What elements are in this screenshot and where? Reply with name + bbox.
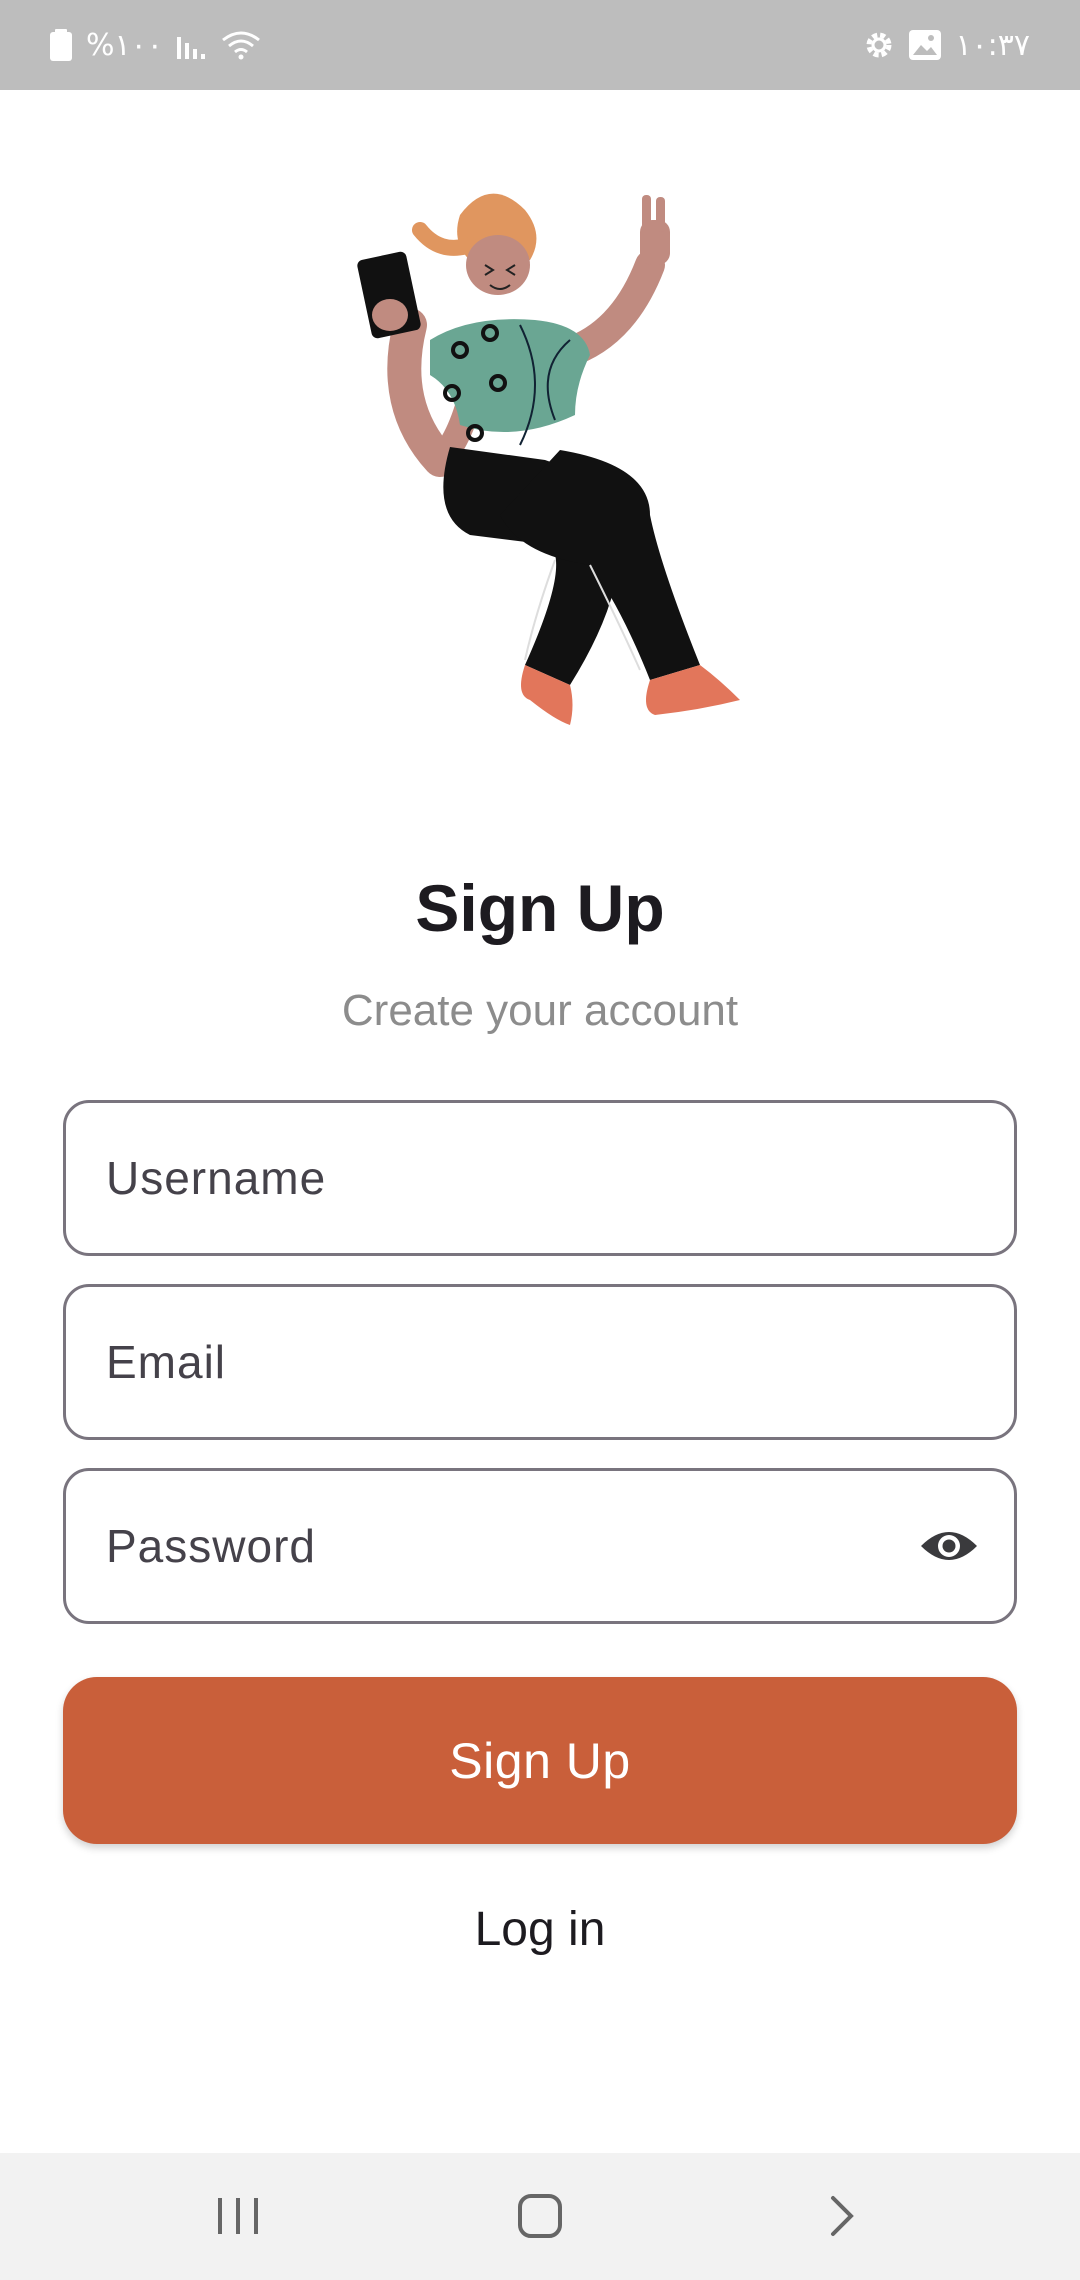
- person-with-phone-illustration: [357, 193, 740, 725]
- battery-icon: [50, 29, 72, 61]
- home-icon[interactable]: [500, 2181, 580, 2251]
- username-field[interactable]: [63, 1100, 1017, 1256]
- status-left: %۱۰۰: [50, 28, 261, 63]
- battery-percentage: %۱۰۰: [86, 27, 163, 63]
- status-right: ۱۰:۳۷: [863, 28, 1030, 63]
- wifi-icon: [221, 30, 261, 60]
- eye-icon[interactable]: [914, 1511, 984, 1581]
- login-link[interactable]: Log in: [0, 1902, 1080, 1957]
- back-icon[interactable]: [802, 2181, 882, 2251]
- signal-icon: [176, 31, 207, 59]
- email-input[interactable]: [106, 1335, 974, 1389]
- page-title: Sign Up: [415, 871, 665, 945]
- signup-screen: %۱۰۰ ۱۰:۳۷ Sign Up Create your account U…: [0, 0, 1080, 2280]
- password-input[interactable]: [106, 1519, 974, 1573]
- password-field[interactable]: [63, 1468, 1017, 1624]
- status-bar: %۱۰۰ ۱۰:۳۷: [0, 0, 1080, 90]
- navigation-bar: [0, 2153, 1080, 2280]
- clock-time: ۱۰:۳۷: [955, 27, 1030, 63]
- page-subtitle: Create your account: [341, 986, 739, 1035]
- recents-icon[interactable]: [198, 2181, 278, 2251]
- username-input[interactable]: [106, 1151, 974, 1205]
- settings-gear-icon: [863, 29, 895, 61]
- email-field[interactable]: [63, 1284, 1017, 1440]
- signup-button[interactable]: Sign Up: [63, 1677, 1017, 1844]
- gallery-icon: [909, 30, 942, 60]
